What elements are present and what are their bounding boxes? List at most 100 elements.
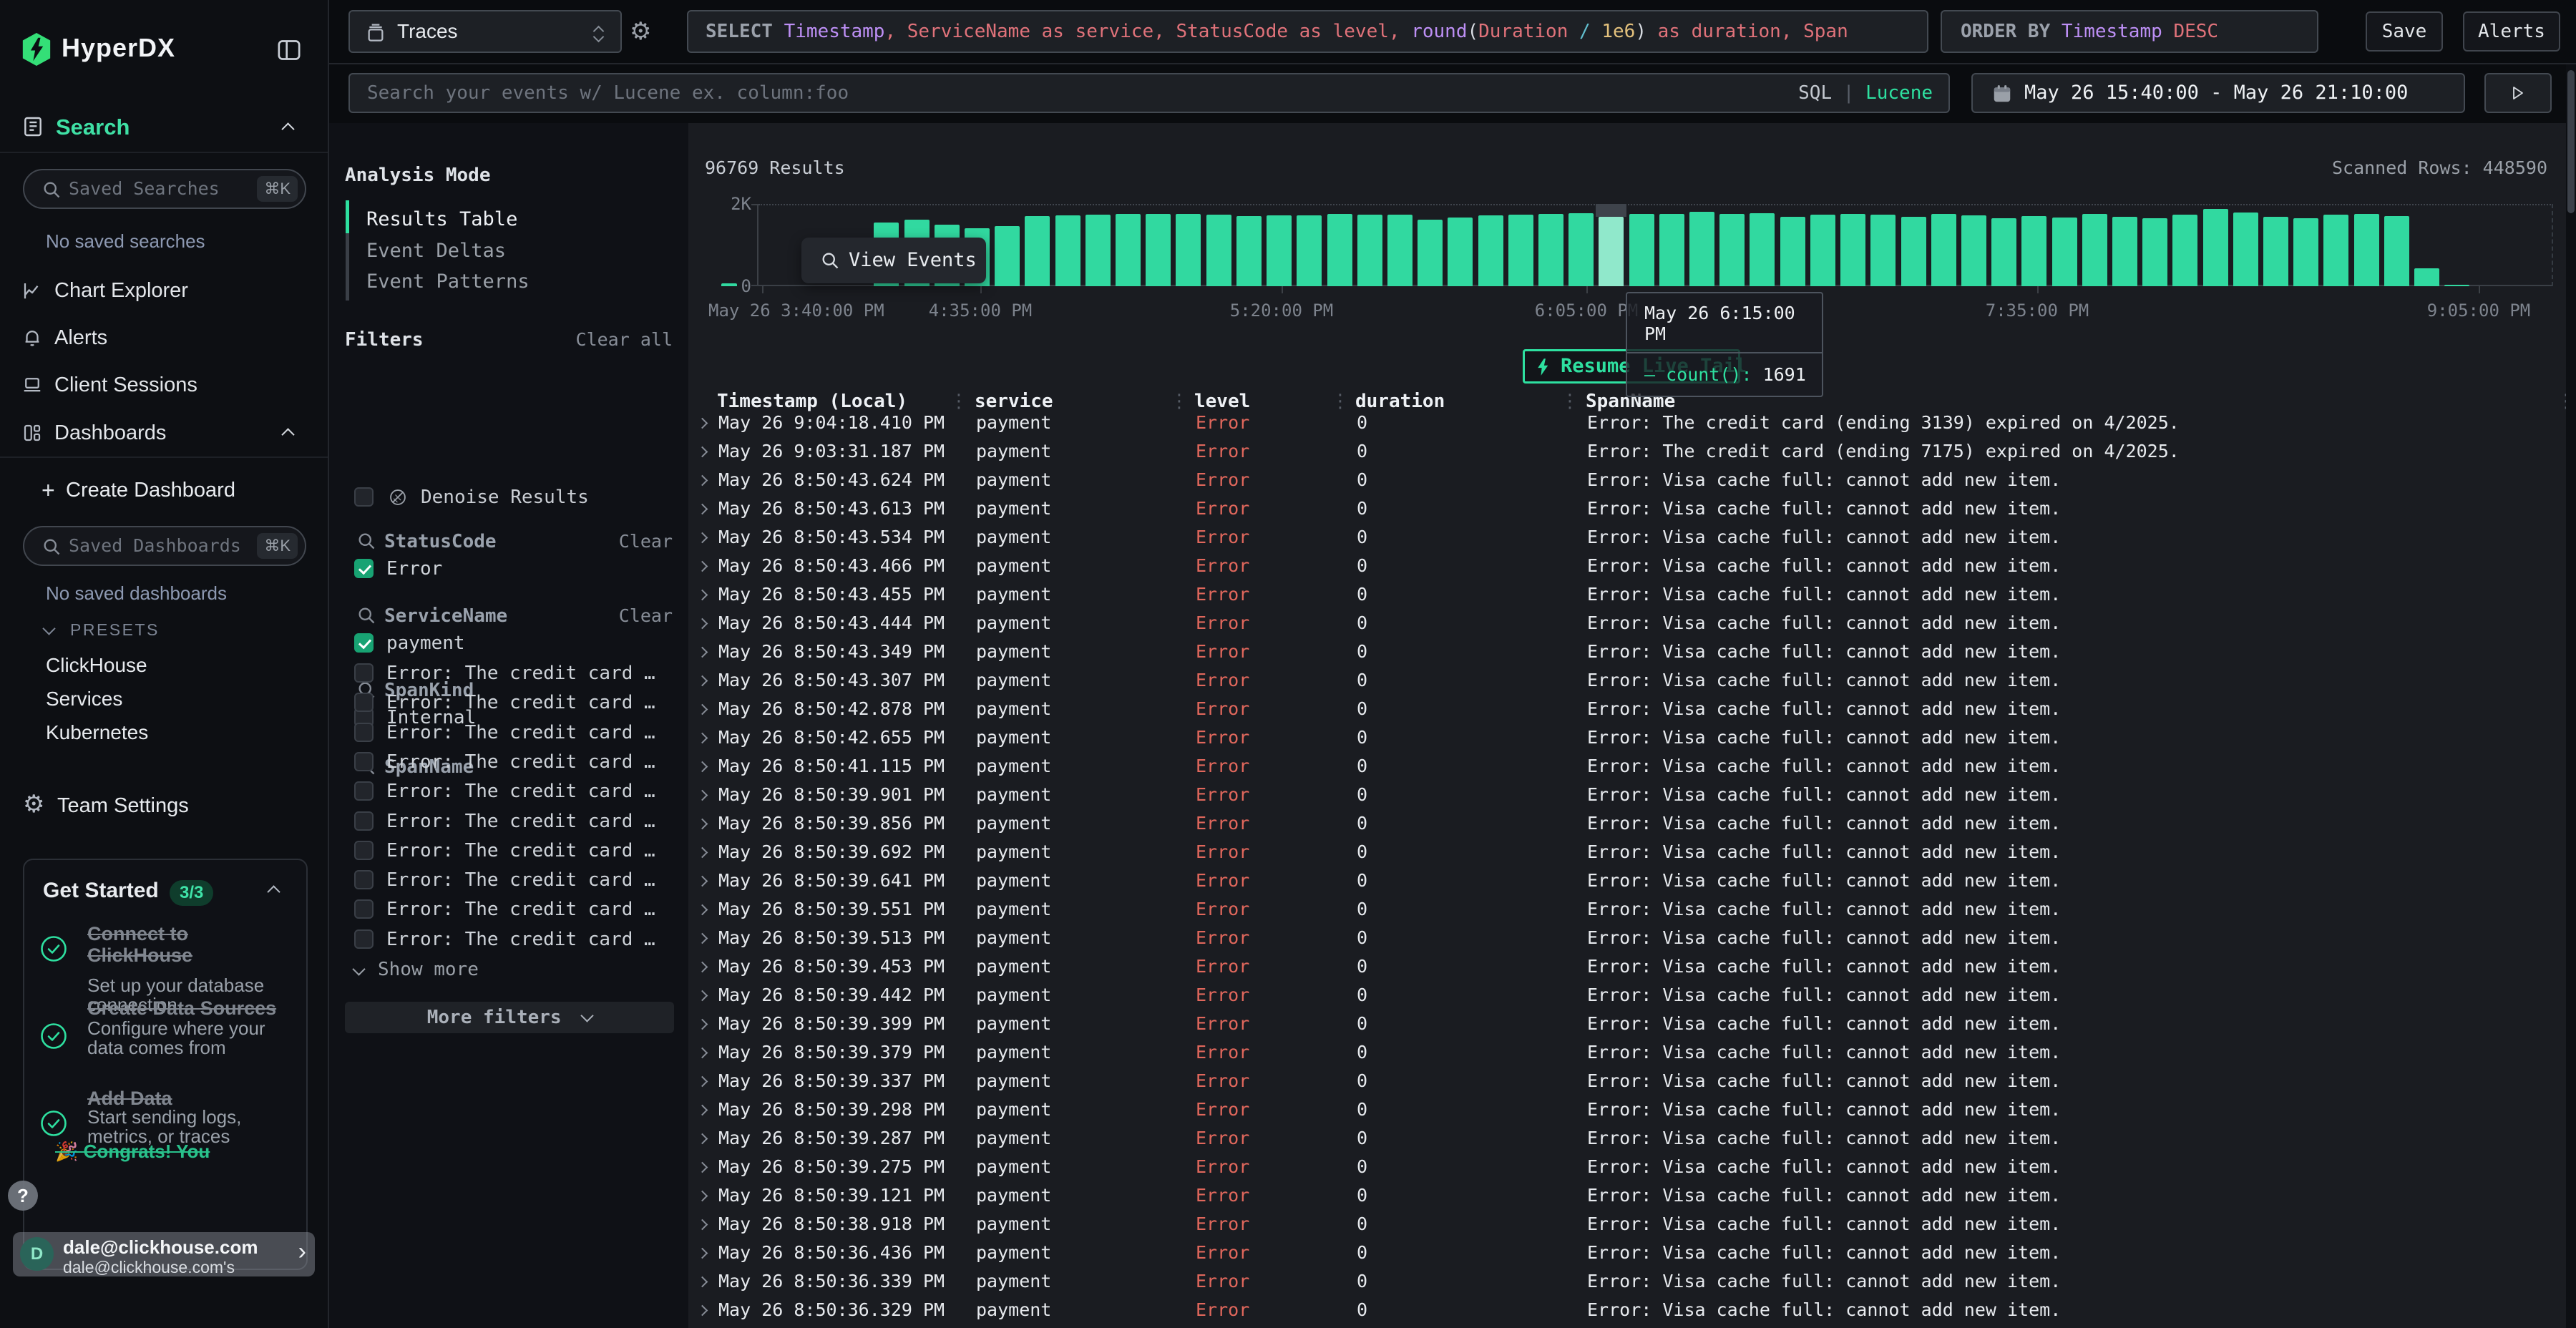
row-expand-icon[interactable] [697, 1019, 708, 1030]
sql-query-input[interactable]: SELECT Timestamp, ServiceName as service… [687, 10, 1928, 53]
checkbox-icon[interactable] [354, 693, 374, 712]
table-row[interactable]: May 26 8:50:36.339 PMpaymentError0Error:… [688, 1267, 2576, 1296]
checkbox-icon[interactable] [354, 841, 374, 860]
row-expand-icon[interactable] [697, 618, 708, 630]
table-row[interactable]: May 26 8:50:39.442 PMpaymentError0Error:… [688, 981, 2576, 1010]
row-expand-icon[interactable] [697, 1219, 708, 1231]
row-expand-icon[interactable] [697, 418, 708, 429]
sidebar-item-alerts[interactable]: Alerts [0, 323, 328, 352]
lucene-mode-toggle[interactable]: Lucene [1865, 82, 1933, 104]
row-expand-icon[interactable] [697, 733, 708, 744]
filter-item-spanname[interactable]: Error: The credit card … [329, 781, 688, 802]
presets-toggle[interactable]: PRESETS [0, 618, 328, 641]
create-dashboard-button[interactable]: + Create Dashboard [0, 477, 328, 504]
checkbox-checked-icon[interactable] [354, 559, 374, 578]
filter-item-spanname[interactable]: Error: The credit card … [329, 722, 688, 743]
row-expand-icon[interactable] [697, 1305, 708, 1317]
filter-item-spanname[interactable]: Error: The credit card … [329, 840, 688, 861]
language-toggle[interactable]: SQL | Lucene [1798, 74, 1933, 112]
table-row[interactable]: May 26 8:50:39.551 PMpaymentError0Error:… [688, 895, 2576, 924]
filter-item-spanname[interactable]: Error: The credit card … [329, 663, 688, 684]
table-row[interactable]: May 26 8:50:36.329 PMpaymentError0Error:… [688, 1296, 2576, 1324]
table-row[interactable]: May 26 8:50:43.444 PMpaymentError0Error:… [688, 609, 2576, 638]
row-expand-icon[interactable] [697, 1162, 708, 1173]
table-row[interactable]: May 26 8:50:42.655 PMpaymentError0Error:… [688, 723, 2576, 752]
table-row[interactable]: May 26 8:50:39.287 PMpaymentError0Error:… [688, 1124, 2576, 1153]
table-row[interactable]: May 26 8:50:39.901 PMpaymentError0Error:… [688, 781, 2576, 809]
table-row[interactable]: May 26 8:50:39.379 PMpaymentError0Error:… [688, 1038, 2576, 1067]
row-expand-icon[interactable] [697, 475, 708, 487]
sidebar-item-search[interactable]: Search [0, 113, 328, 142]
row-expand-icon[interactable] [697, 504, 708, 515]
table-row[interactable]: May 26 8:50:43.534 PMpaymentError0Error:… [688, 523, 2576, 552]
chevron-up-icon[interactable] [281, 122, 294, 135]
mode-results-table[interactable]: Results Table [366, 209, 517, 230]
alerts-button[interactable]: Alerts [2463, 11, 2560, 52]
saved-dashboards-input[interactable]: Saved Dashboards ⌘K [23, 526, 306, 566]
table-row[interactable]: May 26 8:50:41.115 PMpaymentError0Error:… [688, 752, 2576, 781]
row-expand-icon[interactable] [697, 647, 708, 658]
row-expand-icon[interactable] [697, 1048, 708, 1059]
filter-item-payment[interactable]: payment [329, 633, 688, 654]
lucene-search-input[interactable]: Search your events w/ Lucene ex. column:… [348, 73, 1950, 113]
table-row[interactable]: May 26 8:50:43.624 PMpaymentError0Error:… [688, 466, 2576, 494]
checkbox-icon[interactable] [354, 811, 374, 831]
chevron-up-icon[interactable] [267, 885, 280, 898]
row-expand-icon[interactable] [697, 1076, 708, 1088]
page-scrollbar[interactable] [2566, 64, 2576, 1328]
row-expand-icon[interactable] [697, 876, 708, 887]
checkbox-icon[interactable] [354, 487, 374, 507]
run-query-button[interactable] [2484, 73, 2552, 113]
search-icon[interactable] [356, 605, 376, 625]
clear-all-link[interactable]: Clear all [576, 329, 673, 351]
preset-item-kubernetes[interactable]: Kubernetes [46, 721, 148, 744]
row-expand-icon[interactable] [697, 704, 708, 716]
clear-statuscode-link[interactable]: Clear [619, 531, 673, 552]
preset-item-clickhouse[interactable]: ClickHouse [46, 654, 147, 677]
table-row[interactable]: May 26 8:50:39.121 PMpaymentError0Error:… [688, 1181, 2576, 1210]
sidebar-item-chart-explorer[interactable]: Chart Explorer [0, 276, 328, 305]
collapse-sidebar-icon[interactable] [275, 36, 303, 68]
time-range-picker[interactable]: May 26 15:40:00 - May 26 21:10:00 [1971, 73, 2465, 113]
row-expand-icon[interactable] [697, 790, 708, 801]
row-expand-icon[interactable] [697, 590, 708, 601]
more-filters-button[interactable]: More filters [345, 1002, 674, 1033]
table-row[interactable]: May 26 8:50:39.641 PMpaymentError0Error:… [688, 866, 2576, 895]
table-row[interactable]: May 26 8:50:43.349 PMpaymentError0Error:… [688, 638, 2576, 666]
sidebar-item-dashboards[interactable]: Dashboards [0, 419, 328, 447]
table-row[interactable]: May 26 8:50:39.692 PMpaymentError0Error:… [688, 838, 2576, 866]
table-row[interactable]: May 26 8:50:39.275 PMpaymentError0Error:… [688, 1153, 2576, 1181]
checkbox-checked-icon[interactable] [354, 633, 374, 653]
sidebar-item-client-sessions[interactable]: Client Sessions [0, 371, 328, 399]
row-expand-icon[interactable] [697, 675, 708, 687]
filter-item-spanname[interactable]: Error: The credit card … [329, 751, 688, 773]
table-row[interactable]: May 26 9:03:31.187 PMpaymentError0Error:… [688, 437, 2576, 466]
table-row[interactable]: May 26 8:50:43.307 PMpaymentError0Error:… [688, 666, 2576, 695]
row-expand-icon[interactable] [697, 819, 708, 830]
mode-event-patterns[interactable]: Event Patterns [366, 271, 530, 293]
checkbox-icon[interactable] [354, 870, 374, 889]
source-select[interactable]: Traces [348, 10, 622, 53]
table-row[interactable]: May 26 8:50:43.613 PMpaymentError0Error:… [688, 494, 2576, 523]
row-expand-icon[interactable] [697, 1276, 708, 1288]
saved-searches-input[interactable]: Saved Searches ⌘K [23, 169, 306, 209]
table-row[interactable]: May 26 8:50:43.466 PMpaymentError0Error:… [688, 552, 2576, 580]
events-histogram[interactable]: May 26 3:40:00 PM4:35:00 PM5:20:00 PM6:0… [758, 193, 2547, 286]
row-expand-icon[interactable] [697, 962, 708, 973]
checkbox-icon[interactable] [354, 752, 374, 771]
row-expand-icon[interactable] [697, 904, 708, 916]
show-more-link[interactable]: Show more [329, 959, 688, 980]
row-expand-icon[interactable] [697, 561, 708, 572]
table-row[interactable]: May 26 8:50:38.918 PMpaymentError0Error:… [688, 1210, 2576, 1239]
checkbox-icon[interactable] [354, 929, 374, 949]
row-expand-icon[interactable] [697, 847, 708, 859]
filter-item-spanname[interactable]: Error: The credit card … [329, 899, 688, 920]
mode-event-deltas[interactable]: Event Deltas [366, 240, 506, 262]
filter-item-spanname[interactable]: Error: The credit card … [329, 692, 688, 713]
table-row[interactable]: May 26 8:50:39.399 PMpaymentError0Error:… [688, 1010, 2576, 1038]
table-row[interactable]: May 26 8:50:39.453 PMpaymentError0Error:… [688, 952, 2576, 981]
table-row[interactable]: May 26 8:50:39.298 PMpaymentError0Error:… [688, 1095, 2576, 1124]
row-expand-icon[interactable] [697, 933, 708, 944]
user-account-chip[interactable]: D dale@clickhouse.com dale@clickhouse.co… [13, 1232, 315, 1276]
row-expand-icon[interactable] [697, 1248, 708, 1259]
